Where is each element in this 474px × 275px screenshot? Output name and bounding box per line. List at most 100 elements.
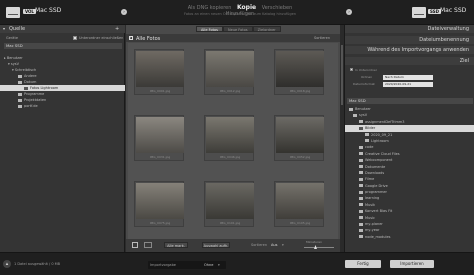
add-source-icon[interactable]: +: [115, 26, 119, 32]
photo-filename: IMG_0012.jpg: [219, 89, 241, 93]
import-preset-group: Importvorgabe Ohne ▾: [148, 261, 226, 269]
loupe-view-icon[interactable]: [144, 242, 152, 248]
photo-thumbnail[interactable]: [136, 117, 184, 153]
tab-all-photos[interactable]: Alle Fotos: [196, 26, 223, 32]
date-format-label: Datumsformat: [353, 82, 375, 86]
dest-disk-icon: [412, 7, 426, 18]
dest-tree-item[interactable]: node_modules: [345, 234, 474, 240]
photo-cell[interactable]: IMG_0052.jpg: [274, 115, 324, 161]
chevron-down-icon[interactable]: ▾: [218, 263, 220, 267]
preset-label: Importvorgabe: [150, 263, 176, 267]
dest-arrow-icon[interactable]: ›: [346, 9, 352, 15]
top-bar: VOL Mac SSD › Als DNG kopieren Kopie Ver…: [0, 0, 474, 25]
expand-icon[interactable]: ▴: [3, 260, 11, 268]
chevron-down-icon[interactable]: ▾: [282, 243, 284, 247]
import-button[interactable]: Importieren: [390, 260, 434, 268]
tab-destination[interactable]: Ziel­ordner: [252, 26, 281, 32]
tab-new-photos[interactable]: Neue Fotos: [222, 26, 253, 32]
dest-tree-label: 2020_09_21: [371, 132, 393, 137]
photo-thumbnail[interactable]: [206, 183, 254, 219]
view-tabs: Alle Fotos Neue Fotos Ziel­ordner: [196, 26, 281, 32]
photo-cell[interactable]: IMG_0018.jpg: [274, 49, 324, 95]
dest-tree-label: Creative Cloud Files: [365, 151, 400, 156]
grid-view-icon[interactable]: [132, 242, 138, 248]
photo-cell[interactable]: IMG_0101.jpg: [204, 181, 254, 227]
photo-cell[interactable]: IMG_0012.jpg: [204, 49, 254, 95]
photo-cell[interactable]: IMG_0031.jpg: [134, 115, 184, 161]
folder-icon: [18, 74, 22, 78]
source-panel: ▾ Quelle + Geräte Unterordner einschließ…: [0, 25, 125, 252]
folder-icon: [359, 152, 363, 156]
dest-tree-label: Lightroom: [371, 138, 389, 143]
photo-cell[interactable]: IMG_0046.jpg: [204, 115, 254, 161]
section-apply-during-import[interactable]: Während des Importvorgangs anwenden: [345, 46, 474, 54]
thumbnail-size-label: Miniaturen: [306, 240, 322, 244]
tree-item[interactable]: portf.de: [0, 103, 125, 109]
dest-tree-label: Dokumente: [365, 164, 386, 169]
photo-cell[interactable]: IMG_0075.jpg: [134, 181, 184, 227]
done-button[interactable]: Fertig: [345, 260, 381, 268]
section-file-renaming[interactable]: Dateiumbenennung: [345, 36, 474, 44]
dest-drive-row[interactable]: Mac SSD: [347, 98, 473, 104]
preset-select[interactable]: Ohne: [204, 263, 213, 267]
photo-cell[interactable]: IMG_0001.jpg: [134, 49, 184, 95]
photo-thumbnail[interactable]: [206, 51, 254, 87]
collapse-icon[interactable]: ▾: [3, 26, 5, 31]
photo-filename: IMG_0105.jpg: [289, 221, 311, 225]
uncheck-all-button[interactable]: Auswahl aufh.: [202, 242, 230, 248]
photo-thumbnail[interactable]: [136, 51, 184, 87]
folder-icon: [359, 120, 363, 124]
folder-icon: [359, 209, 363, 213]
section-destination[interactable]: Ziel: [345, 57, 474, 65]
photo-grid: IMG_0001.jpg IMG_0012.jpg IMG_0018.jpg IMG_…: [128, 43, 338, 239]
source-drive-label[interactable]: Mac SSD: [35, 7, 61, 14]
sort-select[interactable]: Aus: [271, 243, 277, 247]
organize-select[interactable]: Nach Datum: [383, 74, 433, 80]
photo-thumbnail[interactable]: [276, 51, 324, 87]
dest-tree-label: code: [365, 145, 374, 150]
folder-icon: [359, 184, 363, 188]
photo-filename: IMG_0075.jpg: [149, 221, 171, 225]
source-panel-header[interactable]: ▾ Quelle +: [0, 25, 125, 33]
include-subfolders-label: Unterordner einschließen: [79, 36, 124, 40]
check-all-button[interactable]: Alle mark.: [164, 242, 188, 248]
folder-icon: [18, 80, 22, 84]
source-drive-row[interactable]: Mac SSD: [4, 43, 122, 49]
dest-drive-label[interactable]: Mac SSD: [440, 7, 466, 14]
dest-tree-label: Filme: [365, 177, 375, 182]
dest-tree-label: Benutzer: [355, 107, 371, 111]
section-file-handling[interactable]: Dateiverwaltung: [345, 25, 474, 33]
photo-thumbnail[interactable]: [276, 117, 324, 153]
folder-icon: [365, 133, 369, 137]
photo-filename: IMG_0018.jpg: [289, 89, 311, 93]
destination-panel: Dateiverwaltung Dateiumbenennung Während…: [344, 25, 474, 252]
mode-dng[interactable]: Als DNG kopieren: [188, 5, 232, 11]
photo-thumbnail[interactable]: [276, 183, 324, 219]
dest-tree-label: Music: [365, 215, 375, 220]
photo-filename: IMG_0101.jpg: [219, 221, 241, 225]
dest-tree-label: Musik: [365, 202, 376, 207]
photo-filename: IMG_0001.jpg: [149, 89, 171, 93]
mode-move[interactable]: Verschieben: [262, 5, 293, 11]
check-icon: ✓: [129, 34, 133, 40]
grid-header: ✓ Alle Fotos Sortieren: [126, 34, 340, 42]
folder-icon: [359, 177, 363, 181]
thumbnail-slider-track[interactable]: [304, 247, 334, 248]
source-arrow-icon[interactable]: ›: [121, 9, 127, 15]
date-format-select[interactable]: 2020/2020-09-21: [383, 81, 433, 87]
folder-icon: [359, 222, 363, 226]
folder-icon: [18, 104, 22, 108]
dest-tree-label: Google Drive: [365, 183, 388, 188]
photo-cell[interactable]: IMG_0105.jpg: [274, 181, 324, 227]
dest-tree-label: Webcomponent: [365, 158, 393, 163]
photo-thumbnail[interactable]: [206, 117, 254, 153]
dest-tree-label: programmer: [365, 190, 387, 195]
mode-copy[interactable]: Kopie: [237, 4, 256, 11]
sort-label[interactable]: Sortieren: [314, 36, 330, 40]
grid-scrollbar-thumb[interactable]: [341, 45, 343, 105]
subfolder-checkbox[interactable]: [350, 68, 353, 71]
grid-header-label: Alle Fotos: [136, 35, 161, 42]
source-drive-name: Mac SSD: [6, 43, 23, 48]
include-subfolders-checkbox[interactable]: [73, 36, 77, 40]
photo-thumbnail[interactable]: [136, 183, 184, 219]
